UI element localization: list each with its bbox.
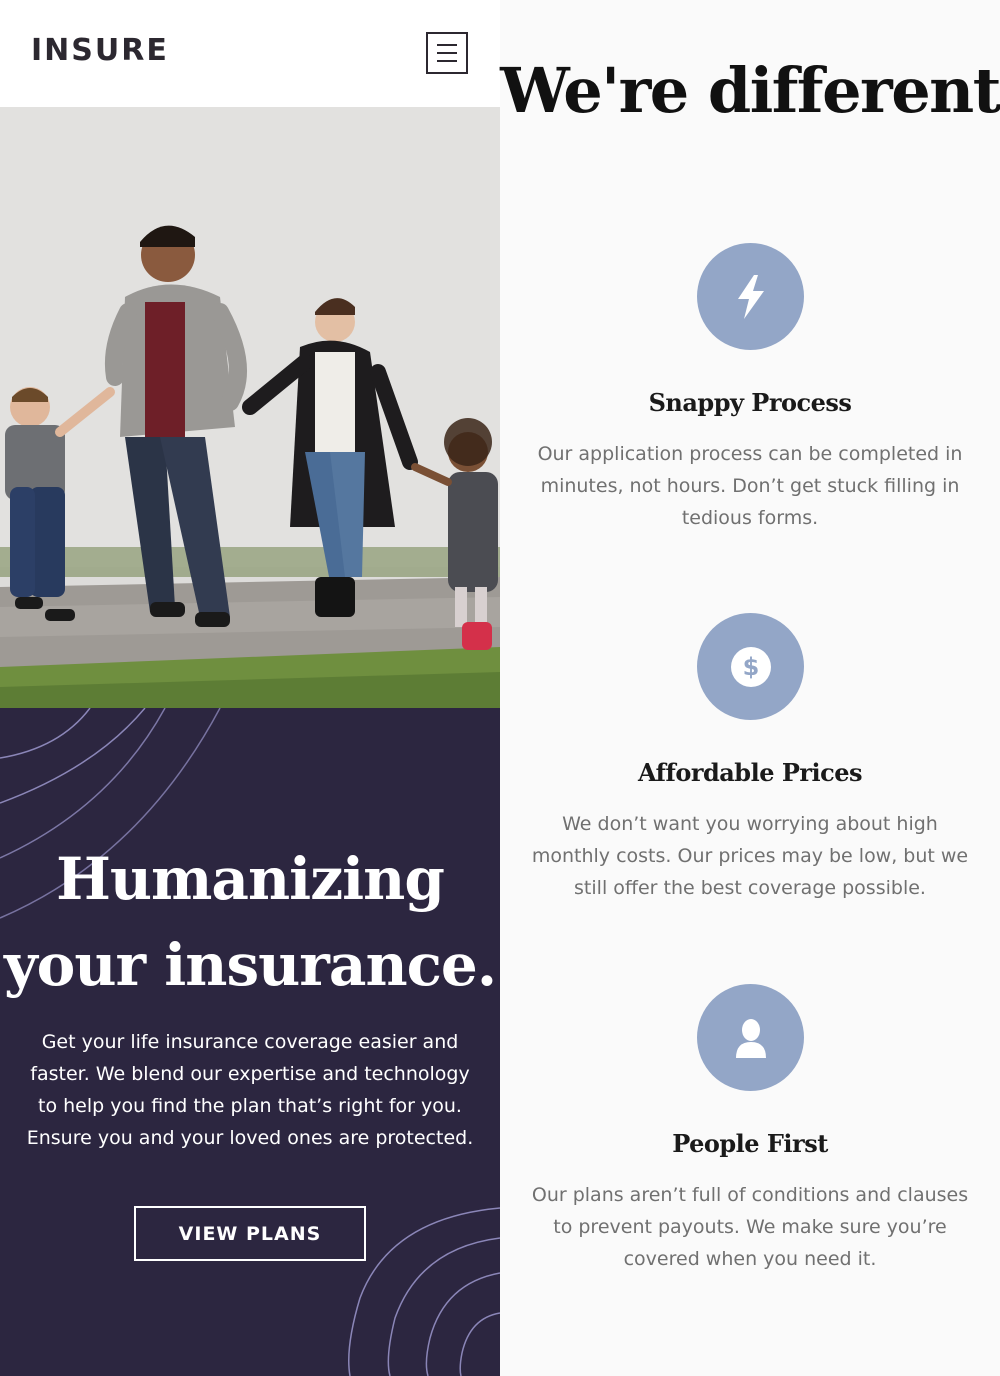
person-icon [697, 984, 804, 1091]
feature-title: Snappy Process [648, 388, 852, 417]
site-header: INSURE [0, 0, 500, 107]
family-photo-illustration [0, 107, 500, 708]
features-section: We're different Snappy Process Our appli… [500, 0, 1000, 1376]
hamburger-menu-button[interactable] [426, 32, 468, 74]
feature-text: Our application process can be completed… [537, 443, 963, 529]
feature-title: Affordable Prices [637, 758, 863, 787]
lightning-icon [697, 243, 804, 350]
hero-title-line1: Humanizing [56, 845, 445, 913]
features-title: We're different [500, 54, 1000, 127]
hamburger-menu-icon [437, 44, 457, 46]
feature-title: People First [672, 1129, 828, 1158]
hamburger-line [437, 52, 457, 54]
hero-title-line2: your insurance. [3, 931, 497, 999]
hero-description: Get your life insurance coverage easier … [26, 1031, 474, 1149]
view-plans-button[interactable]: VIEW PLANS [134, 1206, 366, 1261]
feature-text: We don’t want you worrying about high mo… [531, 813, 969, 899]
family-photo [0, 107, 500, 708]
hamburger-line [437, 60, 457, 62]
dollar-icon: $ [697, 613, 804, 720]
hero-title: Humanizing your insurance. [0, 836, 500, 1008]
left-column: INSURE Humanizing your insurance. Get yo… [0, 0, 500, 1376]
hero-section: Humanizing your insurance. Get your life… [0, 708, 500, 1376]
svg-text:$: $ [742, 653, 759, 681]
logo[interactable]: INSURE [31, 33, 169, 68]
feature-text: Our plans aren’t full of conditions and … [531, 1184, 969, 1270]
